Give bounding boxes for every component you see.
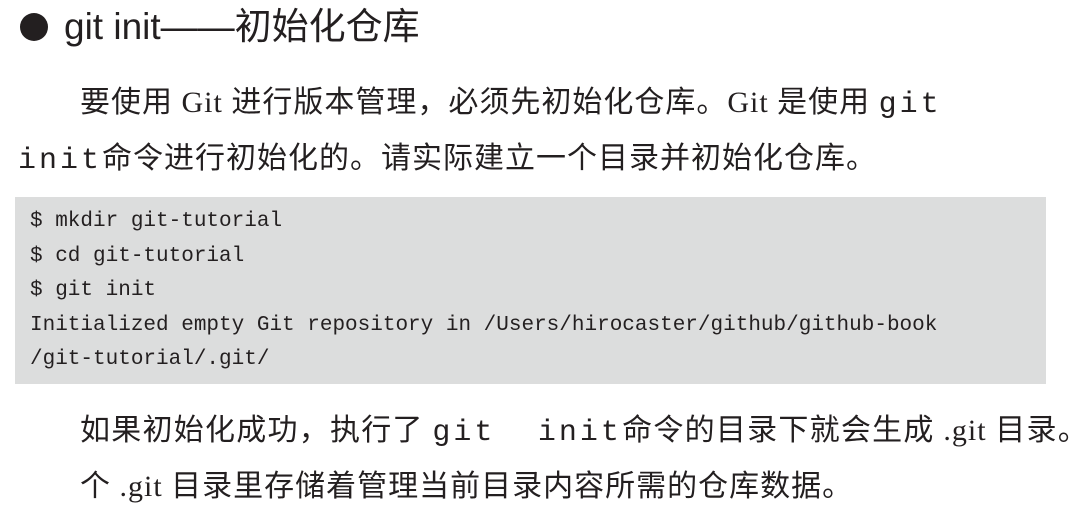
code-line: Initialized empty Git repository in /Use… xyxy=(30,313,938,337)
result-paragraph: 如果初始化成功，执行了 git init命令的目录下就会生成 .git 目录。这… xyxy=(18,404,1072,514)
bullet-icon xyxy=(20,13,48,41)
inline-command-init: init xyxy=(18,144,103,178)
result-text-1: 如果初始化成功，执行了 xyxy=(80,414,433,447)
code-line: $ cd git-tutorial xyxy=(30,244,245,268)
intro-text-2: 命令进行初始化的。请实际建立一个目录并初始化仓库。 xyxy=(102,142,878,175)
intro-text-1: 要使用 Git 进行版本管理，必须先初始化仓库。Git 是使用 xyxy=(80,86,879,119)
code-line: $ mkdir git-tutorial xyxy=(30,210,283,233)
code-block: $ mkdir git-tutorial $ cd git-tutorial $… xyxy=(15,197,1046,384)
code-line: $ git init xyxy=(30,279,157,302)
code-line: /git-tutorial/.git/ xyxy=(30,348,270,371)
inline-command-git-init: git init xyxy=(432,416,622,450)
inline-command-git: git xyxy=(878,88,942,122)
heading-title: git init——初始化仓库 xyxy=(64,6,420,47)
section-heading: git init——初始化仓库 xyxy=(20,2,420,52)
intro-paragraph: 要使用 Git 进行版本管理，必须先初始化仓库。Git 是使用 git init命… xyxy=(18,76,1072,188)
